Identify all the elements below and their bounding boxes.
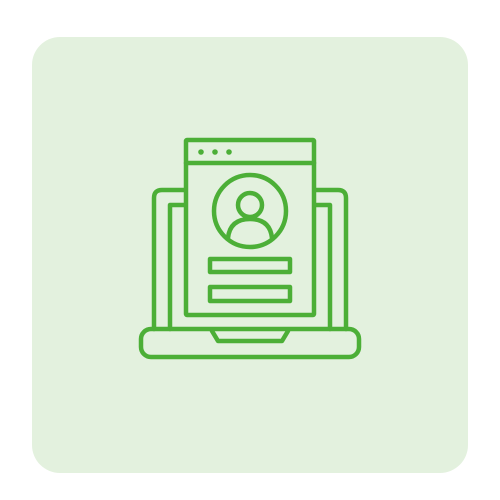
text-lines-icon (207, 256, 293, 304)
laptop-user-profile-icon (138, 137, 362, 360)
window-dots-icon (198, 149, 232, 155)
avatar-icon (211, 172, 289, 250)
